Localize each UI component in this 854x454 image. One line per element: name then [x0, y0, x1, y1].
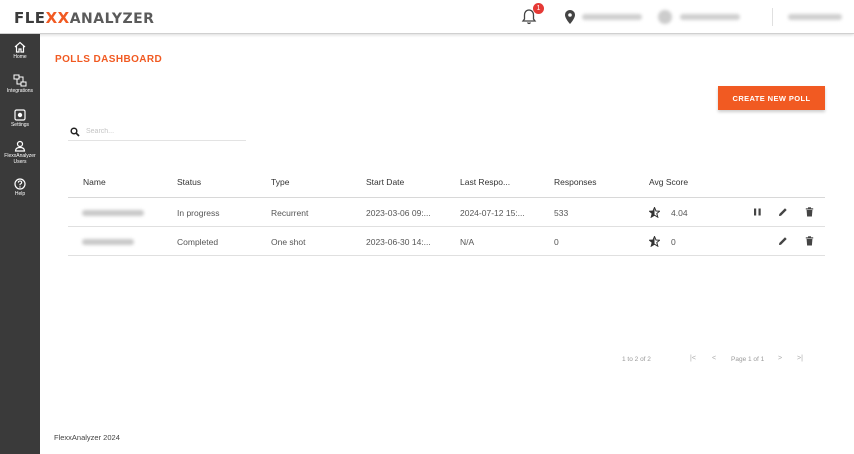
notification-badge: 1 [533, 3, 544, 14]
create-new-poll-button[interactable]: CREATE NEW POLL [718, 86, 825, 110]
trash-icon[interactable] [805, 236, 814, 246]
edit-icon[interactable] [778, 207, 788, 217]
table-row[interactable]: Completed One shot 2023-06-30 14:... N/A… [68, 227, 825, 256]
start-date-cell: 2023-06-30 14:... [366, 237, 431, 247]
sidebar-item-label: Integrations [6, 88, 34, 94]
pagination-range: 1 to 2 of 2 [622, 356, 651, 363]
user-name[interactable] [680, 14, 740, 20]
account-menu[interactable] [788, 14, 842, 20]
status-cell: Completed [177, 237, 219, 247]
help-icon [14, 178, 26, 190]
sidebar-item-label: Help [14, 191, 26, 197]
sidebar: Home Integrations Settings FlexxAnalyzer… [0, 34, 40, 454]
avg-score-cell: 4.04 [671, 208, 688, 218]
next-page-icon[interactable]: > [778, 355, 782, 362]
table-header: Name Status Type Start Date Last Respo..… [68, 168, 825, 198]
sidebar-item-users[interactable]: FlexxAnalyzer Users [0, 140, 40, 165]
page-title: POLLS DASHBOARD [55, 54, 163, 65]
trash-icon[interactable] [805, 207, 814, 217]
sidebar-item-label: FlexxAnalyzer Users [4, 153, 36, 165]
star-half-icon [649, 236, 660, 247]
footer-text: FlexxAnalyzer 2024 [54, 433, 120, 442]
search-input[interactable] [86, 125, 236, 138]
type-cell: One shot [271, 237, 306, 247]
sidebar-item-home[interactable]: Home [0, 41, 40, 60]
integrations-icon [13, 74, 27, 87]
avatar[interactable] [658, 10, 672, 24]
logo-part-xx: XX [45, 9, 70, 27]
last-page-icon[interactable]: >| [797, 355, 803, 362]
polls-table: Name Status Type Start Date Last Respo..… [68, 168, 825, 256]
location-selector[interactable] [582, 14, 642, 20]
logo-part-analyzer: ANALYZER [69, 11, 155, 27]
sidebar-item-help[interactable]: Help [0, 178, 40, 197]
previous-page-icon[interactable]: < [712, 355, 716, 362]
column-header-status[interactable]: Status [177, 177, 201, 187]
last-response-cell: 2024-07-12 15:... [460, 208, 525, 218]
poll-name-redacted[interactable] [82, 210, 144, 216]
brand-logo[interactable]: FLEXXANALYZER [14, 9, 154, 27]
responses-cell: 533 [554, 208, 569, 218]
column-header-last-response[interactable]: Last Respo... [460, 177, 510, 187]
column-header-responses[interactable]: Responses [554, 177, 597, 187]
column-header-start-date[interactable]: Start Date [366, 177, 404, 187]
settings-icon [14, 109, 26, 121]
sidebar-item-label: Home [13, 54, 27, 60]
page-indicator: Page 1 of 1 [731, 356, 765, 363]
table-row[interactable]: In progress Recurrent 2023-03-06 09:... … [68, 198, 825, 227]
first-page-icon[interactable]: |< [690, 355, 696, 362]
logo-part-fle: FLE [14, 9, 46, 27]
type-cell: Recurrent [271, 208, 309, 218]
avg-score-cell: 0 [671, 237, 676, 247]
status-cell: In progress [177, 208, 220, 218]
sidebar-item-integrations[interactable]: Integrations [0, 74, 40, 94]
home-icon [14, 41, 26, 53]
search-icon [70, 127, 80, 137]
poll-name-redacted[interactable] [82, 239, 134, 245]
column-header-name[interactable]: Name [83, 177, 106, 187]
edit-icon[interactable] [778, 236, 788, 246]
location-pin-icon [565, 10, 575, 24]
user-icon [14, 140, 26, 152]
column-header-type[interactable]: Type [271, 177, 289, 187]
top-bar: FLEXXANALYZER 1 [0, 0, 854, 34]
last-response-cell: N/A [460, 237, 475, 247]
sidebar-item-settings[interactable]: Settings [0, 109, 40, 128]
sidebar-item-label: Settings [10, 122, 30, 128]
pause-icon[interactable] [753, 207, 762, 217]
start-date-cell: 2023-03-06 09:... [366, 208, 431, 218]
search-bar[interactable] [68, 124, 246, 141]
star-half-icon [649, 207, 660, 218]
header-divider [772, 8, 773, 26]
column-header-avg-score[interactable]: Avg Score [649, 177, 688, 187]
responses-cell: 0 [554, 237, 559, 247]
